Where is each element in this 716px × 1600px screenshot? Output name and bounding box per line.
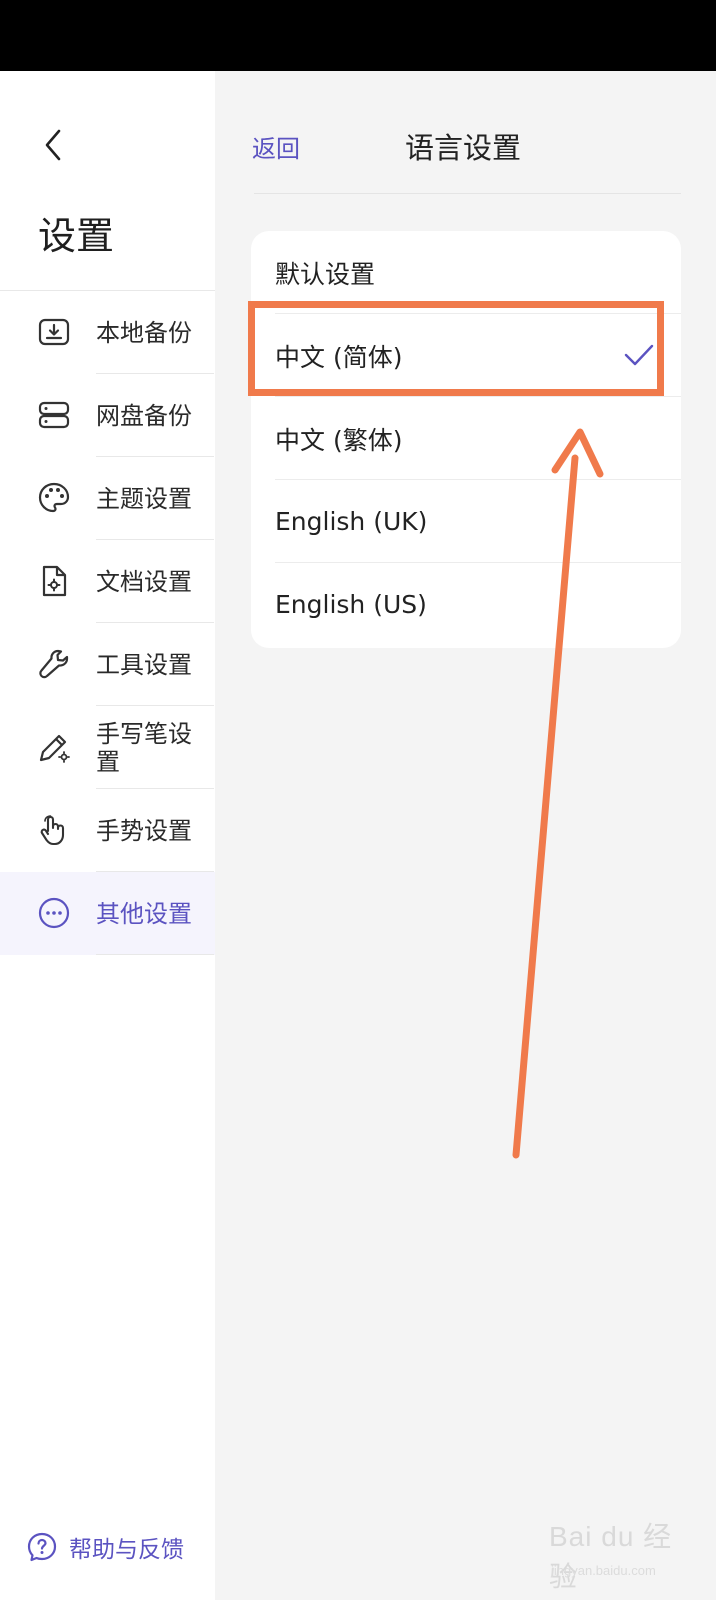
page-title: 语言设置	[405, 131, 522, 165]
help-feedback-label: 帮助与反馈	[69, 1537, 184, 1563]
sidebar-item-label: 本地备份	[96, 318, 192, 347]
return-button[interactable]: 返回	[252, 129, 300, 164]
chevron-left-icon	[45, 129, 61, 161]
hand-gesture-icon	[40, 815, 65, 846]
sidebar-item-label: 网盘备份	[96, 401, 192, 430]
status-bar	[0, 0, 716, 71]
watermark: Bai du 经验 jingyan.baidu.com	[549, 1515, 699, 1592]
language-option-label: English (US)	[275, 590, 427, 619]
watermark-brand: Bai du 经验	[549, 1521, 673, 1592]
palette-icon	[38, 482, 70, 513]
document-settings-icon	[42, 565, 67, 597]
language-option-zh-hant[interactable]: 中文 (繁体)	[251, 397, 681, 480]
pen-settings-icon	[39, 734, 70, 763]
sidebar-item-label: 手势设置	[96, 816, 192, 845]
divider	[254, 193, 681, 194]
sidebar-item-gesture[interactable]: 手势设置	[0, 789, 215, 872]
language-option-en-us[interactable]: English (US)	[251, 563, 681, 646]
annotation-highlight-box	[248, 301, 664, 396]
sidebar-item-label: 手写笔设置	[96, 719, 192, 776]
help-feedback-link[interactable]: 帮助与反馈	[26, 1530, 184, 1564]
local-backup-icon	[38, 318, 70, 346]
language-option-label: English (UK)	[275, 507, 428, 536]
sidebar-item-label: 工具设置	[96, 650, 192, 679]
back-button[interactable]	[34, 125, 74, 165]
sidebar-item-cloud-backup[interactable]: 网盘备份	[0, 374, 215, 457]
watermark-url: jingyan.baidu.com	[551, 1563, 656, 1578]
more-dots-icon	[38, 897, 70, 929]
language-list: 默认设置 中文 (简体) 中文 (繁体) English (UK) Englis…	[251, 231, 681, 648]
sidebar-item-label: 文档设置	[96, 567, 192, 596]
question-icon	[27, 1532, 57, 1562]
language-option-label: 中文 (繁体)	[275, 425, 403, 455]
sidebar-title: 设置	[38, 214, 115, 258]
wrench-icon	[39, 649, 69, 679]
sidebar-item-local-backup[interactable]: 本地备份	[0, 291, 215, 374]
settings-nav: 本地备份 网盘备份 主题设置 文档设置 工具设置 手写笔设置 手势设置 其他设置	[0, 291, 215, 955]
sidebar-item-label: 主题设置	[96, 484, 192, 513]
sidebar-item-label: 其他设置	[96, 899, 192, 928]
sidebar-item-document[interactable]: 文档设置	[0, 540, 215, 623]
sidebar-item-other[interactable]: 其他设置	[0, 872, 215, 955]
cloud-drive-backup-icon	[38, 401, 70, 429]
sidebar-item-tools[interactable]: 工具设置	[0, 623, 215, 706]
sidebar-item-theme[interactable]: 主题设置	[0, 457, 215, 540]
sidebar: 设置 本地备份 网盘备份 主题设置 文档设置 工具设置 手写笔设置 手势设置 其…	[0, 71, 215, 1600]
sidebar-item-stylus[interactable]: 手写笔设置	[0, 706, 215, 789]
main-header: 返回 语言设置	[215, 71, 716, 194]
language-option-en-uk[interactable]: English (UK)	[251, 480, 681, 563]
